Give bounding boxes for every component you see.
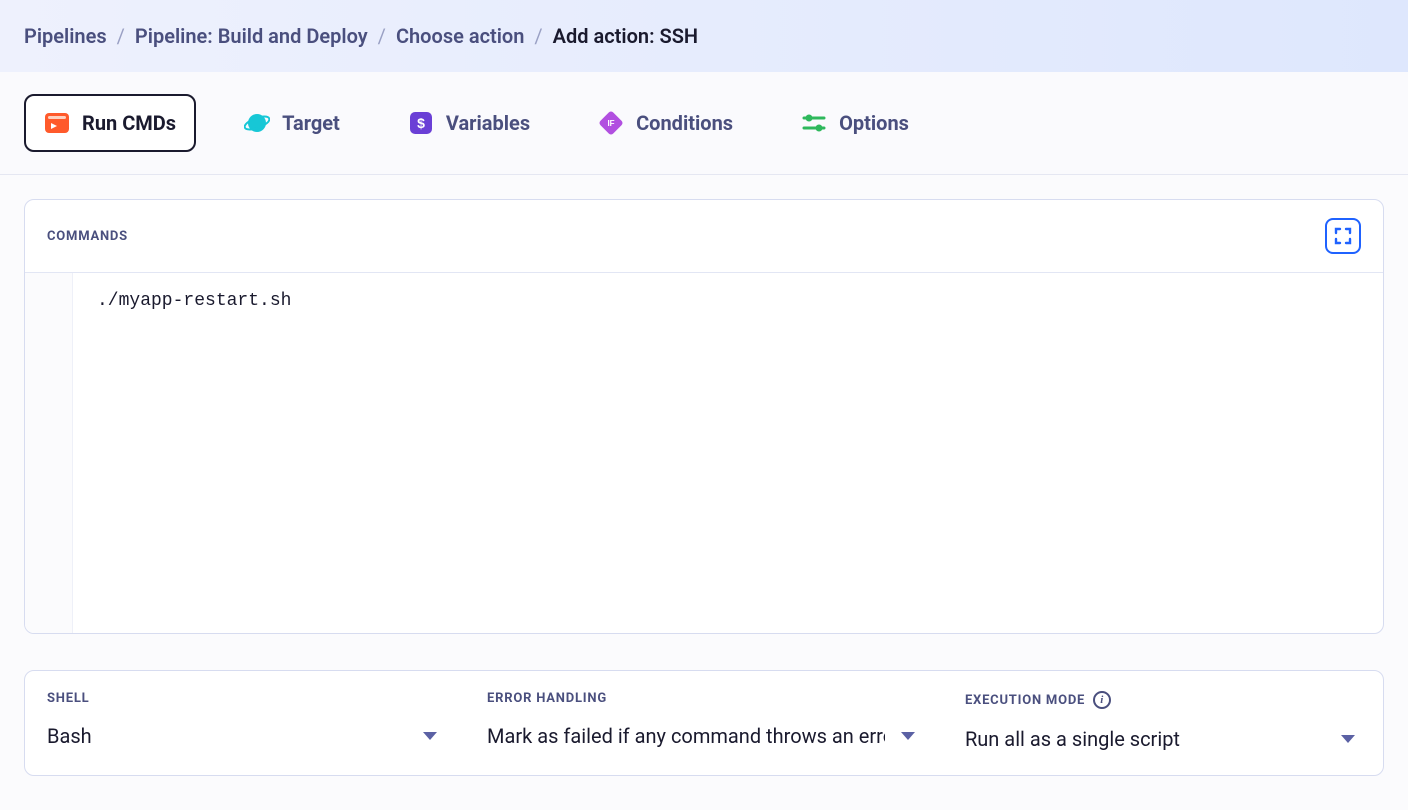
tab-variables[interactable]: $ Variables (388, 94, 550, 152)
tab-options[interactable]: Options (781, 94, 929, 152)
tab-target[interactable]: Target (224, 94, 360, 152)
tab-label: Run CMDs (82, 113, 176, 133)
execution-mode-select[interactable]: Run all as a single script (965, 727, 1361, 751)
breadcrumb-current: Add action: SSH (553, 24, 698, 48)
commands-editor[interactable]: ./myapp-restart.sh (25, 273, 1383, 633)
tab-label: Conditions (636, 113, 733, 133)
error-handling-value: Mark as failed if any command throws an … (487, 724, 885, 748)
fullscreen-icon (1333, 226, 1353, 246)
error-handling-select[interactable]: Mark as failed if any command throws an … (487, 724, 921, 748)
svg-text:IF: IF (608, 119, 615, 128)
tab-run-cmds[interactable]: Run CMDs (24, 94, 196, 152)
tab-content: COMMANDS ./myapp-restart.sh SHELL Bash (0, 175, 1408, 800)
error-handling-cell: ERROR HANDLING Mark as failed if any com… (465, 671, 943, 775)
tabs: Run CMDs Target $ Variables IF Condition… (0, 72, 1408, 175)
error-handling-label: ERROR HANDLING (487, 691, 921, 706)
tab-conditions[interactable]: IF Conditions (578, 94, 753, 152)
breadcrumb-choose-action[interactable]: Choose action (396, 24, 524, 48)
editor-gutter (25, 273, 73, 633)
breadcrumb-separator: / (378, 24, 386, 48)
breadcrumb: Pipelines / Pipeline: Build and Deploy /… (0, 0, 1408, 72)
condition-icon: IF (598, 110, 624, 136)
breadcrumb-pipeline-detail[interactable]: Pipeline: Build and Deploy (135, 24, 368, 48)
breadcrumb-pipelines[interactable]: Pipelines (24, 24, 107, 48)
info-icon[interactable]: i (1093, 691, 1111, 709)
execution-mode-cell: EXECUTION MODE i Run all as a single scr… (943, 671, 1383, 775)
variable-icon: $ (408, 110, 434, 136)
terminal-icon (44, 110, 70, 136)
commands-label: COMMANDS (47, 229, 128, 244)
sliders-icon (801, 110, 827, 136)
chevron-down-icon (1341, 735, 1355, 743)
tab-label: Options (839, 113, 909, 133)
options-row: SHELL Bash ERROR HANDLING Mark as failed… (24, 670, 1384, 776)
svg-text:$: $ (417, 115, 425, 131)
execution-mode-label: EXECUTION MODE i (965, 691, 1361, 709)
expand-button[interactable] (1325, 218, 1361, 254)
commands-code[interactable]: ./myapp-restart.sh (73, 273, 1383, 633)
shell-select[interactable]: Bash (47, 724, 443, 748)
breadcrumb-separator: / (117, 24, 125, 48)
planet-icon (244, 110, 270, 136)
chevron-down-icon (423, 732, 437, 740)
shell-label: SHELL (47, 691, 443, 706)
shell-value: Bash (47, 724, 92, 748)
tab-label: Target (282, 113, 340, 133)
shell-cell: SHELL Bash (25, 671, 465, 775)
commands-header: COMMANDS (25, 200, 1383, 273)
execution-mode-value: Run all as a single script (965, 727, 1180, 751)
tab-label: Variables (446, 113, 530, 133)
commands-panel: COMMANDS ./myapp-restart.sh (24, 199, 1384, 634)
breadcrumb-separator: / (534, 24, 542, 48)
chevron-down-icon (901, 732, 915, 740)
